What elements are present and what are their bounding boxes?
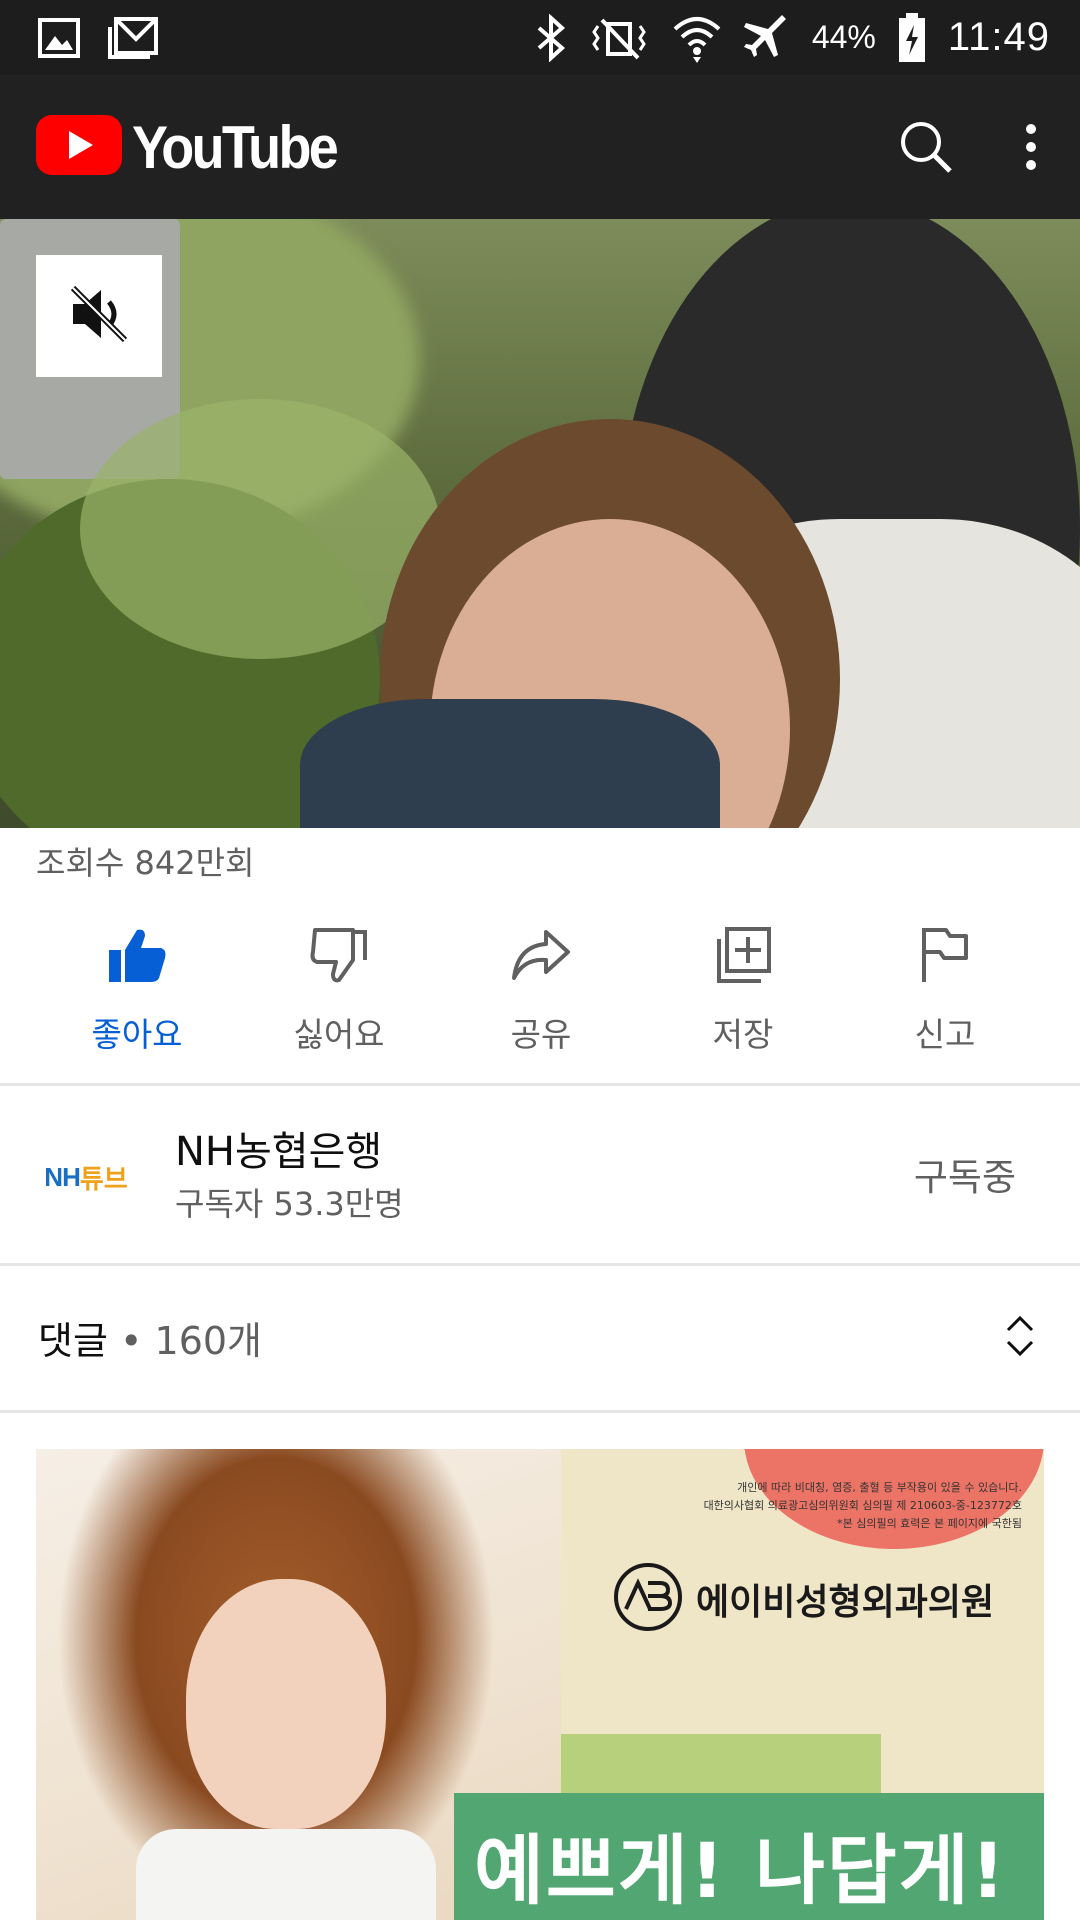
view-count: 조회수 842만회 — [36, 844, 255, 882]
avatar-text-tube: 튜브 — [79, 1164, 128, 1195]
more-vert-icon[interactable] — [1024, 123, 1038, 171]
mute-button[interactable] — [36, 255, 162, 377]
flag-icon — [920, 920, 970, 990]
bluetooth-icon — [536, 13, 566, 62]
thumbs-down-icon — [309, 920, 369, 990]
dislike-button[interactable]: 싫어요 — [238, 920, 440, 1080]
vibrate-off-icon — [588, 16, 650, 60]
report-label: 신고 — [914, 1015, 976, 1054]
subscribed-button[interactable]: 구독중 — [914, 1147, 1016, 1201]
avatar-text-nh: NH — [44, 1161, 81, 1192]
channel-avatar[interactable]: NH 튜브 — [36, 1127, 136, 1227]
dislike-label: 싫어요 — [293, 1015, 385, 1054]
volume-off-icon — [67, 282, 131, 350]
report-button[interactable]: 신고 — [844, 920, 1046, 1080]
ad-brand-name: 에이비성형외과의원 — [696, 1582, 995, 1623]
video-player[interactable] — [0, 219, 1080, 828]
email-icon — [106, 16, 158, 59]
channel-row[interactable]: NH 튜브 NH농협은행 구독자 53.3만명 구독중 — [0, 1087, 1080, 1263]
action-bar: 좋아요 싫어요 공유 저장 신고 — [0, 920, 1080, 1080]
add-to-playlist-icon — [715, 920, 771, 990]
comments-count: 160개 — [154, 1319, 263, 1363]
share-button[interactable]: 공유 — [440, 920, 642, 1080]
thumbs-up-icon — [107, 920, 167, 990]
like-button[interactable]: 좋아요 — [36, 920, 238, 1080]
divider — [0, 1410, 1080, 1413]
search-icon[interactable] — [898, 119, 954, 175]
expand-icon[interactable] — [1004, 1314, 1036, 1362]
airplane-icon — [743, 14, 790, 61]
wifi-icon — [672, 13, 722, 63]
app-bar: YouTube — [0, 75, 1080, 219]
comments-title-row: 댓글 • 160개 — [38, 1310, 262, 1365]
share-label: 공유 — [510, 1015, 572, 1054]
save-label: 저장 — [712, 1015, 774, 1054]
like-label: 좋아요 — [91, 1015, 183, 1054]
status-bar: 44% 11:49 — [0, 0, 1080, 75]
comments-header[interactable]: 댓글 • 160개 — [0, 1266, 1080, 1410]
ad-fine-print-line: 개인에 따라 비대칭, 염증, 출혈 등 부작용이 있을 수 있습니다. — [737, 1481, 1022, 1494]
battery-icon — [898, 12, 926, 63]
ad-fine-print-line: 대한의사협회 의료광고심의위원회 심의필 제 210603-중-123772호 — [703, 1499, 1022, 1512]
ad-brand: 에이비성형외과의원 — [612, 1561, 994, 1637]
divider — [0, 1083, 1080, 1086]
comments-separator: • — [120, 1319, 143, 1363]
clock: 11:49 — [947, 15, 1050, 59]
save-button[interactable]: 저장 — [642, 920, 844, 1080]
comments-label: 댓글 — [38, 1319, 108, 1363]
battery-percent: 44% — [811, 19, 876, 55]
youtube-wordmark: YouTube — [132, 113, 339, 181]
ab-logo-icon — [612, 1561, 684, 1637]
ad-slogan: 예쁘게! 나답게! — [474, 1826, 1008, 1915]
youtube-play-icon — [36, 115, 122, 179]
channel-name[interactable]: NH농협은행 — [175, 1119, 382, 1177]
share-icon — [510, 920, 572, 990]
ad-fine-print-line: *본 심의필의 효력은 본 페이지에 국한됨 — [837, 1517, 1022, 1530]
subscriber-count: 구독자 53.3만명 — [175, 1185, 404, 1223]
ad-fine-print: 개인에 따라 비대칭, 염증, 출혈 등 부작용이 있을 수 있습니다. 대한의… — [642, 1479, 1022, 1533]
gallery-icon — [38, 17, 80, 58]
youtube-logo[interactable]: YouTube — [36, 113, 359, 182]
ad-banner[interactable]: 개인에 따라 비대칭, 염증, 출혈 등 부작용이 있을 수 있습니다. 대한의… — [36, 1449, 1044, 1920]
